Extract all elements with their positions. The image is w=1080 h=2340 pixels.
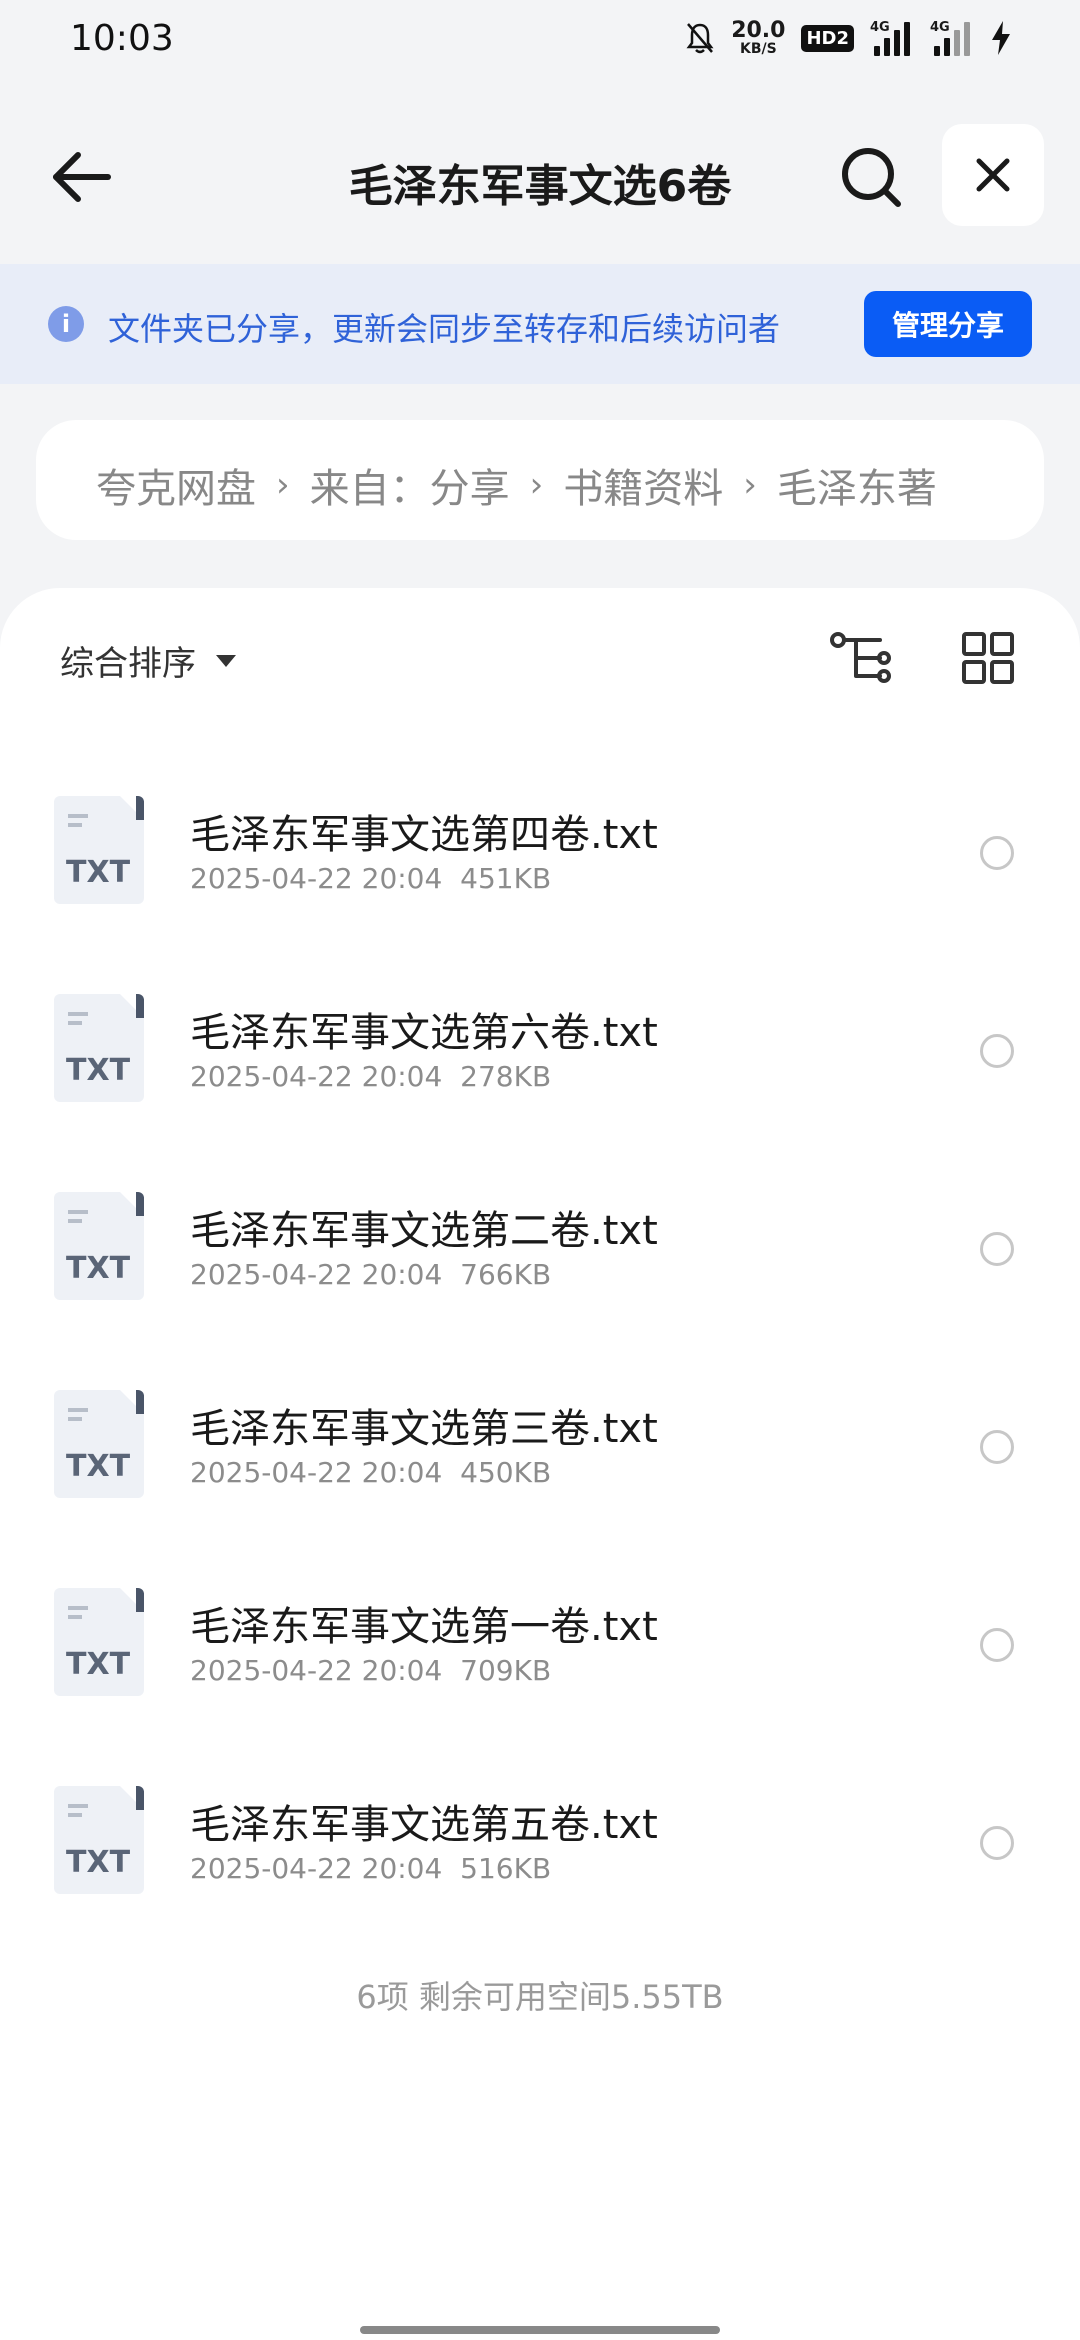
file-name: 毛泽东军事文选第四卷.txt: [190, 812, 658, 858]
search-button[interactable]: [836, 142, 906, 212]
sort-label: 综合排序: [60, 644, 196, 684]
file-row[interactable]: TXT 毛泽东军事文选第四卷.txt 2025-04-22 20:04 451KB: [0, 756, 1080, 954]
hd-voice-badge: HD2: [801, 24, 854, 52]
file-size: 709KB: [460, 1654, 552, 1687]
mute-bell-icon: [686, 23, 714, 54]
file-meta: 2025-04-22 20:04 451KB: [190, 862, 551, 895]
file-type-label: TXT: [66, 1053, 131, 1088]
txt-file-icon: TXT: [54, 994, 144, 1102]
file-meta: 2025-04-22 20:04 516KB: [190, 1852, 551, 1885]
network-speed-value: 20.0: [731, 18, 786, 43]
select-radio[interactable]: [980, 836, 1014, 870]
info-icon: i: [48, 306, 84, 342]
network-speed-unit: KB/S: [739, 41, 777, 57]
file-date: 2025-04-22 20:04: [190, 1060, 443, 1093]
caret-down-icon: [216, 654, 236, 667]
file-meta: 2025-04-22 20:04 709KB: [190, 1654, 551, 1687]
file-date: 2025-04-22 20:04: [190, 1654, 443, 1687]
file-size: 516KB: [460, 1852, 552, 1885]
txt-file-icon: TXT: [54, 1192, 144, 1300]
select-radio[interactable]: [980, 1430, 1014, 1464]
chevron-right-icon: ›: [276, 465, 290, 505]
network-speed: 20.0 KB/S: [731, 18, 786, 57]
close-button[interactable]: [942, 124, 1044, 226]
file-name: 毛泽东军事文选第二卷.txt: [190, 1208, 658, 1254]
file-row[interactable]: TXT 毛泽东军事文选第一卷.txt 2025-04-22 20:04 709KB: [0, 1548, 1080, 1746]
share-banner: i 文件夹已分享，更新会同步至转存和后续访问者 管理分享: [0, 264, 1080, 384]
file-name: 毛泽东军事文选第六卷.txt: [190, 1010, 658, 1056]
file-type-label: TXT: [66, 1449, 131, 1484]
breadcrumb: 夸克网盘 › 来自：分享 › 书籍资料 › 毛泽东著: [36, 420, 1044, 540]
file-name: 毛泽东军事文选第三卷.txt: [190, 1406, 658, 1452]
breadcrumb-item-root[interactable]: 夸克网盘: [96, 456, 256, 514]
select-radio[interactable]: [980, 1034, 1014, 1068]
status-time: 10:03: [70, 18, 174, 59]
txt-file-icon: TXT: [54, 1786, 144, 1894]
breadcrumb-item-current[interactable]: 毛泽东著: [777, 456, 937, 514]
file-meta: 2025-04-22 20:04 766KB: [190, 1258, 551, 1291]
select-radio[interactable]: [980, 1826, 1014, 1860]
file-date: 2025-04-22 20:04: [190, 862, 443, 895]
status-bar: 10:03 20.0 KB/S HD2 4G 4G: [0, 0, 1080, 82]
sort-dropdown[interactable]: 综合排序: [60, 636, 236, 685]
header: 毛泽东军事文选6卷: [0, 120, 1080, 230]
breadcrumb-item-shared[interactable]: 来自：分享: [310, 456, 510, 514]
signal-icon-2: 4G: [930, 20, 974, 56]
breadcrumb-item-books[interactable]: 书籍资料: [563, 456, 723, 514]
file-date: 2025-04-22 20:04: [190, 1852, 443, 1885]
file-size: 451KB: [460, 862, 552, 895]
grid-view-icon: [962, 632, 1014, 684]
select-radio[interactable]: [980, 1628, 1014, 1662]
file-row[interactable]: TXT 毛泽东军事文选第六卷.txt 2025-04-22 20:04 278KB: [0, 954, 1080, 1152]
chevron-right-icon: ›: [743, 465, 757, 505]
file-list-panel: 综合排序 TXT 毛泽东军事文选第四卷.txt 2025-04-22 20:04 4…: [0, 588, 1080, 2340]
page-title: 毛泽东军事文选6卷: [348, 161, 732, 212]
select-radio[interactable]: [980, 1232, 1014, 1266]
close-icon: [976, 158, 1010, 192]
tree-view-icon: [830, 632, 891, 683]
file-type-label: TXT: [66, 1845, 131, 1880]
file-meta: 2025-04-22 20:04 278KB: [190, 1060, 551, 1093]
storage-summary: 6项 剩余可用空间5.55TB: [356, 1978, 724, 2016]
txt-file-icon: TXT: [54, 796, 144, 904]
file-date: 2025-04-22 20:04: [190, 1258, 443, 1291]
home-indicator[interactable]: [360, 2326, 720, 2334]
tree-view-button[interactable]: [828, 628, 892, 688]
signal-label-2: 4G: [930, 20, 950, 35]
manage-share-button[interactable]: 管理分享: [864, 291, 1032, 357]
file-row[interactable]: TXT 毛泽东军事文选第五卷.txt 2025-04-22 20:04 516KB: [0, 1746, 1080, 1944]
file-meta: 2025-04-22 20:04 450KB: [190, 1456, 551, 1489]
signal-label: 4G: [870, 20, 890, 35]
share-banner-text: 文件夹已分享，更新会同步至转存和后续访问者: [108, 310, 781, 348]
file-type-label: TXT: [66, 1251, 131, 1286]
txt-file-icon: TXT: [54, 1390, 144, 1498]
chevron-right-icon: ›: [529, 465, 544, 505]
file-row[interactable]: TXT 毛泽东军事文选第二卷.txt 2025-04-22 20:04 766KB: [0, 1152, 1080, 1350]
file-row[interactable]: TXT 毛泽东军事文选第三卷.txt 2025-04-22 20:04 450KB: [0, 1350, 1080, 1548]
file-type-label: TXT: [66, 1647, 131, 1682]
file-size: 450KB: [460, 1456, 552, 1489]
file-name: 毛泽东军事文选第一卷.txt: [190, 1604, 658, 1650]
status-icons: 20.0 KB/S HD2 4G 4G: [685, 20, 1012, 56]
file-size: 766KB: [460, 1258, 552, 1291]
charging-icon: [992, 21, 1010, 55]
file-type-label: TXT: [66, 855, 131, 890]
txt-file-icon: TXT: [54, 1588, 144, 1696]
file-name: 毛泽东军事文选第五卷.txt: [190, 1802, 658, 1848]
signal-icon: 4G: [870, 20, 914, 56]
grid-view-button[interactable]: [958, 628, 1018, 688]
search-icon: [842, 148, 901, 207]
file-size: 278KB: [460, 1060, 552, 1093]
file-date: 2025-04-22 20:04: [190, 1456, 443, 1489]
